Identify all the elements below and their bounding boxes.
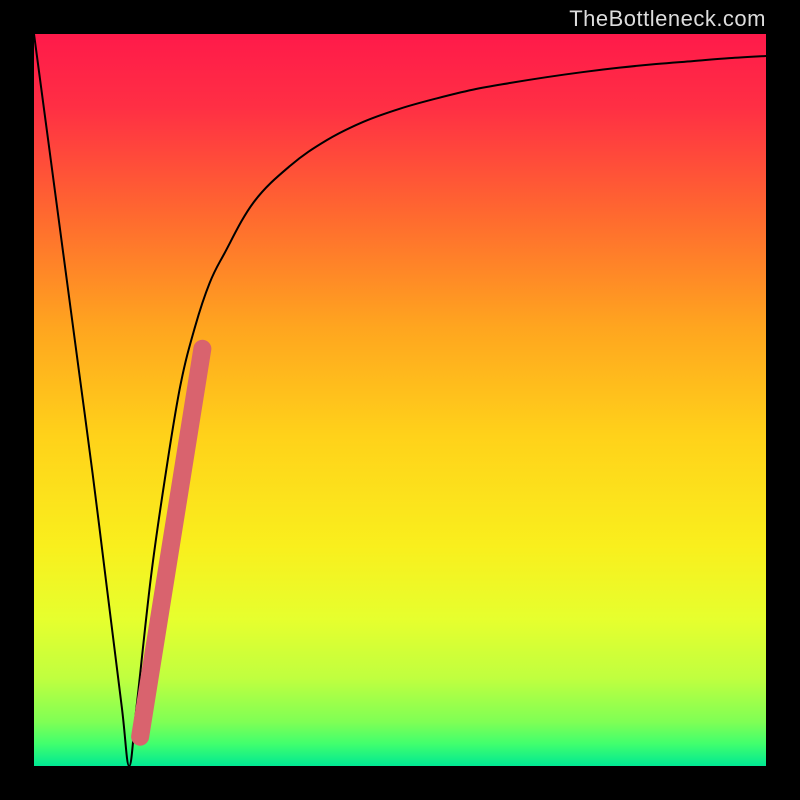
curve-layer — [34, 34, 766, 766]
highlight-segment — [140, 349, 202, 737]
frame-right — [766, 0, 800, 800]
plot-area — [34, 34, 766, 766]
watermark: TheBottleneck.com — [569, 6, 766, 32]
frame-left — [0, 0, 34, 800]
bottleneck-curve — [34, 34, 766, 766]
frame-bottom — [0, 766, 800, 800]
